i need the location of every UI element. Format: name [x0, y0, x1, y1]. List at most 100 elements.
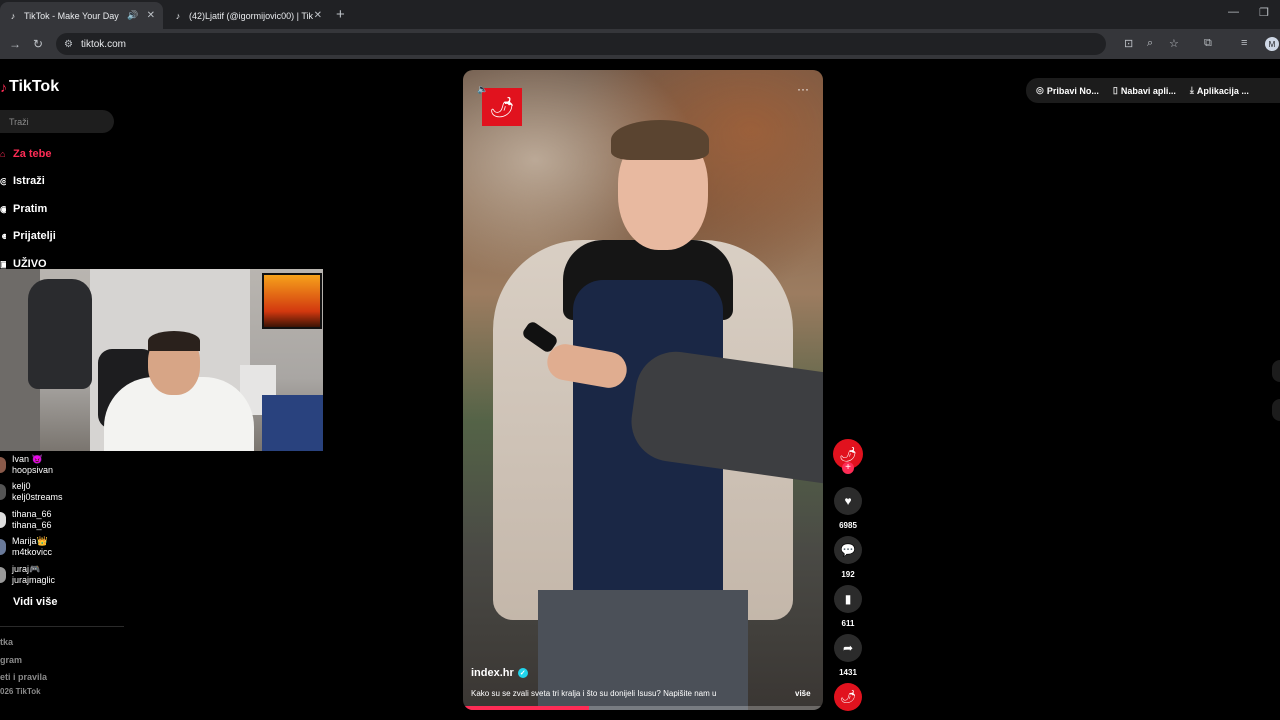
- bookmark-icon: ▮: [844, 592, 852, 606]
- progress-fill: [463, 706, 589, 710]
- streamer-webcam: [0, 269, 323, 451]
- close-tab-icon[interactable]: ✕: [314, 10, 322, 21]
- scroll-down-button[interactable]: [1272, 399, 1280, 421]
- share-count: 1431: [839, 668, 857, 677]
- address-bar[interactable]: ⚙ tiktok.com: [56, 33, 1106, 55]
- handle: kelj0streams: [12, 492, 63, 502]
- author-name: index.hr: [471, 667, 514, 679]
- url-text: tiktok.com: [80, 38, 126, 50]
- button-label: Pribavi No...: [1046, 85, 1099, 96]
- bookmark-star-icon[interactable]: ☆: [1169, 37, 1179, 50]
- sidebar-item-explore[interactable]: ◎ Istraži: [0, 175, 45, 187]
- forward-icon[interactable]: →: [9, 37, 21, 51]
- avatar: [0, 567, 6, 583]
- minimize-icon[interactable]: —: [1228, 6, 1239, 18]
- following-item[interactable]: kelj0 kelj0streams: [0, 481, 63, 503]
- footer-link[interactable]: gram: [0, 655, 22, 665]
- tiktok-logo[interactable]: ♪ TikTok: [0, 78, 59, 96]
- button-label: Aplikacija ...: [1196, 85, 1249, 96]
- search-input[interactable]: Traži: [0, 110, 114, 133]
- phone-icon: ▯: [1112, 85, 1118, 95]
- sidebar-item-friends[interactable]: ☻ Prijatelji: [0, 230, 56, 242]
- following-icon: ◉: [0, 203, 6, 214]
- heart-icon: ♥: [844, 494, 852, 508]
- extensions-icon[interactable]: ⧉: [1204, 37, 1212, 50]
- top-actions-bar: ◎ Pribavi No... ▯ Nabavi apli... ⤓ Aplikaci…: [1026, 78, 1280, 103]
- sidebar-item-for-you[interactable]: ⌂ Za tebe: [0, 148, 52, 160]
- site-settings-icon[interactable]: ⚙: [64, 39, 73, 50]
- close-tab-icon[interactable]: ✕: [147, 10, 155, 21]
- browser-toolbar: → ↻ ⚙ tiktok.com ⊡ ⌕ ☆ ⧉ ≡: [0, 29, 1280, 59]
- follow-plus-icon[interactable]: +: [842, 462, 854, 474]
- display-name: tihana_66: [12, 509, 52, 519]
- new-tab-icon[interactable]: +: [336, 6, 345, 23]
- home-icon: ⌂: [0, 149, 6, 159]
- following-item[interactable]: Marija👑 m4tkovicc: [0, 536, 52, 558]
- restore-icon[interactable]: ❐: [1259, 6, 1269, 19]
- profile-avatar[interactable]: M: [1265, 37, 1279, 51]
- live-icon: ▣: [0, 258, 6, 269]
- download-icon: ⤓: [1189, 85, 1194, 95]
- tab-title: TikTok - Make Your Day: [24, 10, 119, 21]
- tab-profile[interactable]: ♪ (42)Ljatif (@igormijovic00) | Tik ✕: [165, 2, 330, 29]
- following-item[interactable]: Ivan 😈 hoopsivan: [0, 454, 53, 476]
- download-app-button[interactable]: ⤓ Aplikacija ...: [1190, 85, 1249, 96]
- tiktok-note-icon: ♪: [0, 79, 7, 95]
- reload-icon[interactable]: ↻: [33, 37, 43, 51]
- avatar: [0, 512, 6, 528]
- following-item[interactable]: tihana_66 tihana_66: [0, 509, 52, 531]
- zoom-icon[interactable]: ⌕: [1147, 37, 1153, 50]
- comment-count: 192: [841, 570, 855, 579]
- friends-icon: ☻: [0, 231, 6, 241]
- handle: m4tkovicc: [12, 547, 53, 557]
- see-more-link[interactable]: Vidi više: [13, 596, 57, 608]
- comment-icon: 💬: [840, 543, 856, 557]
- sidebar-item-label: Istraži: [13, 175, 45, 187]
- video-player[interactable]: 🌶 🔈 ··· index.hr ✓ Kako su se zvali svet…: [463, 70, 823, 710]
- video-author[interactable]: index.hr ✓: [471, 667, 528, 679]
- copyright-text: 026 TikTok: [0, 687, 41, 696]
- video-description: Kako su se zvali sveta tri kralja i što …: [471, 689, 717, 698]
- tiktok-favicon-icon: ♪: [175, 10, 181, 21]
- like-count: 6985: [839, 521, 857, 530]
- button-label: Nabavi apli...: [1120, 85, 1176, 96]
- volume-icon[interactable]: 🔈: [477, 84, 488, 95]
- speaker-icon[interactable]: 🔊: [127, 10, 138, 21]
- comment-button[interactable]: 💬: [834, 536, 862, 564]
- save-button[interactable]: ▮: [834, 585, 862, 613]
- browser-tab-bar: ♪ TikTok - Make Your Day 🔊 ✕ ♪ (42)Ljati…: [0, 0, 1280, 29]
- see-more-button[interactable]: više: [795, 689, 811, 698]
- tab-tiktok-home[interactable]: ♪ TikTok - Make Your Day 🔊 ✕: [0, 2, 163, 29]
- scroll-up-button[interactable]: [1272, 360, 1280, 382]
- install-app-icon[interactable]: ⊡: [1124, 37, 1133, 50]
- handle: jurajmaglic: [12, 575, 56, 585]
- avatar: [0, 484, 6, 500]
- avatar: [0, 457, 6, 473]
- like-button[interactable]: ♥: [834, 487, 862, 515]
- sidebar-item-label: Prijatelji: [13, 230, 56, 242]
- sidebar-item-label: Za tebe: [13, 148, 52, 160]
- get-app-button[interactable]: ▯ Nabavi apli...: [1113, 85, 1176, 96]
- sidebar-item-following[interactable]: ◉ Pratim: [0, 203, 47, 215]
- footer-link[interactable]: tka: [0, 637, 13, 647]
- share-icon: ➦: [842, 641, 854, 655]
- following-item[interactable]: juraj🎮 jurajmaglic: [0, 564, 55, 586]
- video-progress-bar[interactable]: [463, 706, 823, 710]
- display-name: Ivan 😈: [12, 454, 43, 464]
- share-button[interactable]: ➦: [834, 634, 862, 662]
- footer-link[interactable]: eti i pravila: [0, 672, 47, 682]
- save-count: 611: [841, 619, 855, 628]
- display-name: Marija👑: [12, 536, 48, 546]
- verified-icon: ✓: [517, 668, 528, 678]
- music-disc-icon[interactable]: 🌶: [834, 683, 862, 711]
- more-options-icon[interactable]: ···: [797, 82, 809, 96]
- get-coins-button[interactable]: ◎ Pribavi No...: [1036, 85, 1099, 96]
- media-controls-icon[interactable]: ≡: [1241, 37, 1247, 49]
- handle: hoopsivan: [12, 465, 54, 475]
- display-name: kelj0: [12, 481, 31, 491]
- divider: [0, 626, 124, 627]
- tiktok-favicon-icon: ♪: [10, 10, 16, 21]
- logo-text: TikTok: [9, 78, 60, 95]
- handle: tihana_66: [12, 520, 52, 530]
- coin-icon: ◎: [1036, 85, 1044, 95]
